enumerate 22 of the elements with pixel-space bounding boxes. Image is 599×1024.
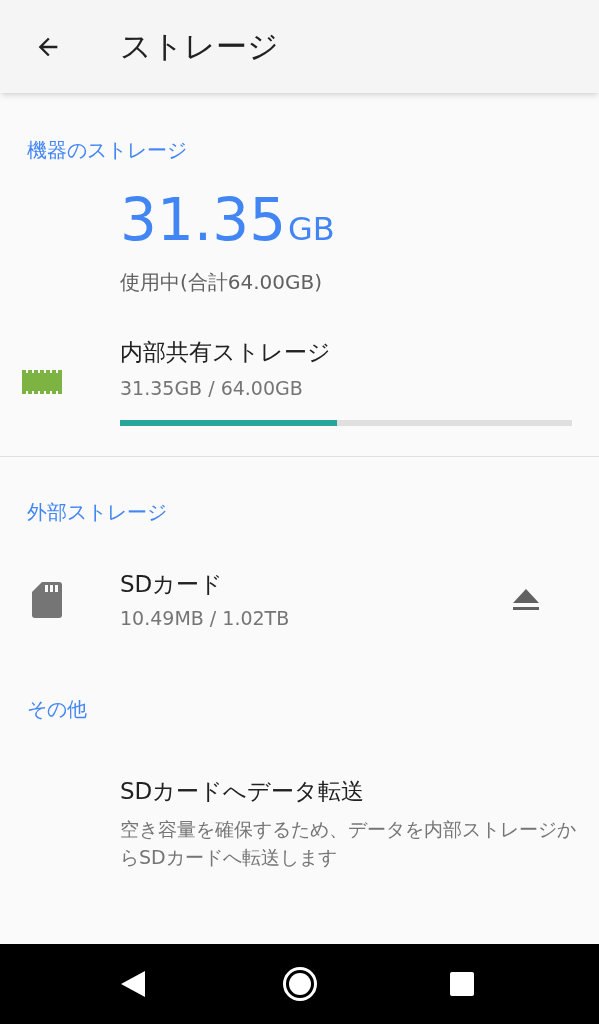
recents-icon[interactable] bbox=[449, 971, 475, 997]
screen-title: ストレージ bbox=[120, 27, 279, 67]
storage-item[interactable]: SDカード 10.49MB / 1.02TB bbox=[0, 567, 599, 632]
sd-card-icon bbox=[32, 581, 62, 618]
used-amount: 31.35 bbox=[120, 191, 287, 249]
eject-button[interactable] bbox=[513, 588, 539, 611]
used-caption: 使用中(合計64.00GB) bbox=[119, 269, 324, 296]
item-subtitle: 10.49MB / 1.02TB bbox=[120, 605, 291, 631]
item-subtitle: 31.35GB / 64.00GB bbox=[120, 375, 304, 401]
item-description: 空き容量を確保するため、データを内部ストレージからSDカードへ転送します bbox=[120, 816, 577, 870]
item-title: SDカードへデータ転送 bbox=[120, 777, 366, 806]
item-title: 内部共有ストレージ bbox=[120, 338, 332, 367]
section-header: 外部ストレージ bbox=[26, 499, 168, 526]
storage-item[interactable]: 内部共有ストレージ 31.35GB / 64.00GB bbox=[0, 335, 599, 457]
chip-icon bbox=[22, 367, 62, 397]
back-icon[interactable] bbox=[119, 969, 147, 999]
eject-icon bbox=[513, 588, 539, 611]
section-header: その他 bbox=[26, 696, 88, 723]
section-header: 機器のストレージ bbox=[26, 137, 188, 164]
home-icon[interactable] bbox=[282, 966, 318, 1002]
used-unit: GB bbox=[288, 213, 335, 245]
item-title: SDカード bbox=[120, 570, 225, 599]
